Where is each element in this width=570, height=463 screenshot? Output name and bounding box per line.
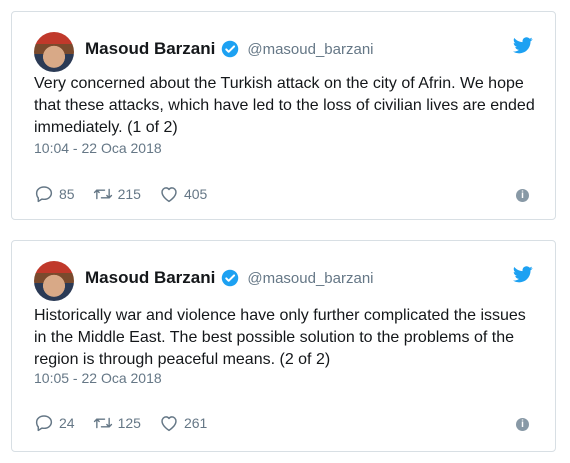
reply-button[interactable]: 24 xyxy=(34,414,75,432)
verified-badge-icon xyxy=(222,40,239,58)
verified-badge-icon xyxy=(222,269,239,287)
like-button[interactable]: 405 xyxy=(159,185,207,203)
tweet-text: Historically war and violence have only … xyxy=(34,307,526,368)
retweet-count: 215 xyxy=(117,186,141,202)
like-button[interactable]: 261 xyxy=(159,414,207,432)
author-handle[interactable]: @masoud_barzani xyxy=(247,270,373,287)
tweet-timestamp[interactable]: 10:04 - 22 Oca 2018 xyxy=(34,140,162,156)
twitter-bird-icon[interactable] xyxy=(513,266,533,283)
twitter-bird-icon[interactable] xyxy=(513,37,533,54)
tweet-header: Masoud Barzani @masoud_barzani xyxy=(85,268,374,288)
heart-icon xyxy=(161,416,177,432)
tweet-card[interactable]: Masoud Barzani @masoud_barzani Historica… xyxy=(11,240,556,452)
retweet-count: 125 xyxy=(117,415,141,431)
tweet-card[interactable]: Masoud Barzani @masoud_barzani Very conc… xyxy=(11,11,556,220)
info-icon[interactable]: i xyxy=(516,418,529,431)
retweet-button[interactable]: 215 xyxy=(93,185,141,203)
info-icon[interactable]: i xyxy=(516,189,529,202)
tweet-timestamp[interactable]: 10:05 - 22 Oca 2018 xyxy=(34,370,162,386)
reply-icon xyxy=(35,186,53,203)
author-name[interactable]: Masoud Barzani xyxy=(85,39,215,59)
avatar[interactable] xyxy=(34,32,74,72)
retweet-button[interactable]: 125 xyxy=(93,414,141,432)
author-handle[interactable]: @masoud_barzani xyxy=(247,41,373,58)
reply-button[interactable]: 85 xyxy=(34,185,75,203)
author-name[interactable]: Masoud Barzani xyxy=(85,268,215,288)
reply-count: 85 xyxy=(59,186,75,202)
tweet-text: Very concerned about the Turkish attack … xyxy=(34,75,535,136)
tweet-header: Masoud Barzani @masoud_barzani xyxy=(85,39,374,59)
retweet-icon xyxy=(93,417,112,429)
reply-icon xyxy=(35,415,53,432)
tweet-actions: 24 125 261 xyxy=(34,414,225,432)
retweet-icon xyxy=(93,188,112,200)
tweet-actions: 85 215 405 xyxy=(34,185,225,203)
like-count: 405 xyxy=(183,186,208,202)
like-count: 261 xyxy=(183,415,208,431)
heart-icon xyxy=(161,187,177,203)
avatar[interactable] xyxy=(34,261,74,301)
reply-count: 24 xyxy=(59,415,75,431)
